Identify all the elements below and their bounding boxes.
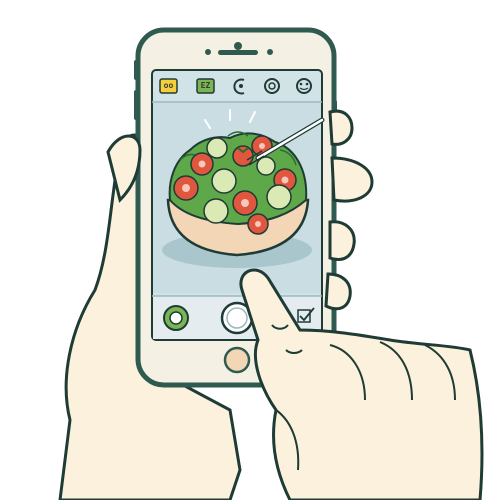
right-hand: [239, 268, 484, 500]
flash-badge-icon[interactable]: [196, 78, 215, 94]
home-button[interactable]: [223, 346, 251, 374]
hdr-badge-icon[interactable]: [159, 78, 178, 94]
photo-scene: oo EZ: [0, 0, 500, 500]
scene-illustration: [58, 27, 484, 500]
gallery-thumbnail-icon[interactable]: [163, 305, 189, 331]
